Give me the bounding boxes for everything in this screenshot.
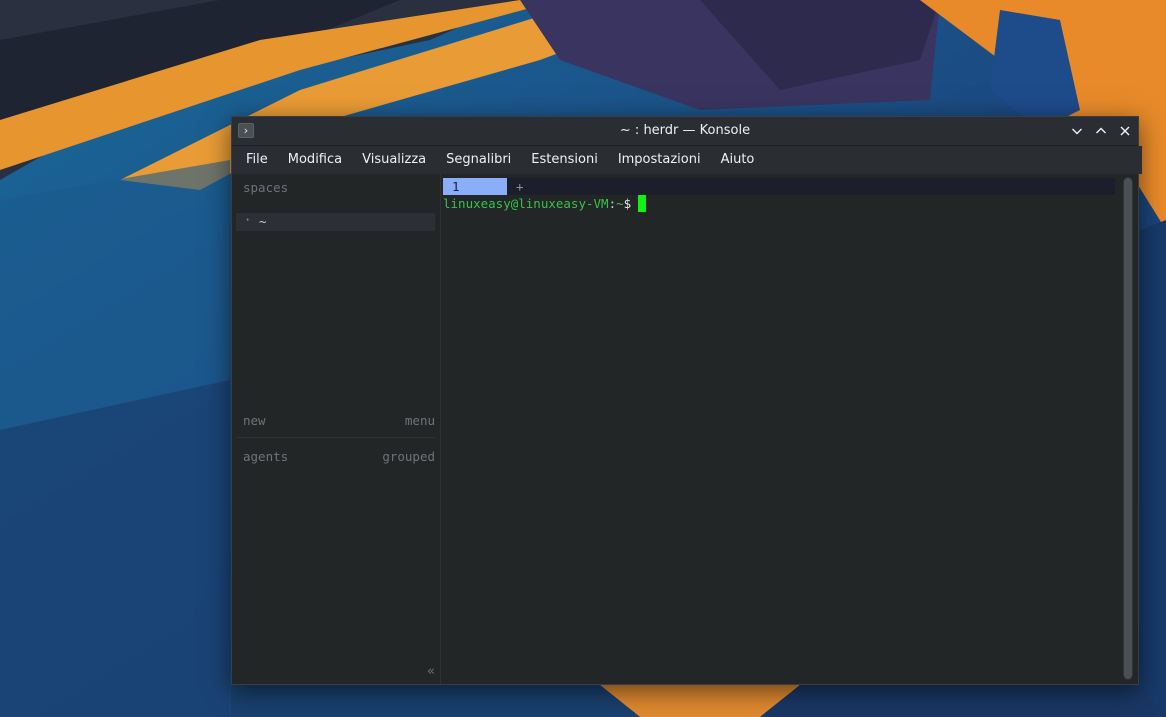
menu-impostazioni[interactable]: Impostazioni bbox=[608, 147, 711, 173]
menu-modifica[interactable]: Modifica bbox=[278, 147, 352, 173]
prompt-user-host: linuxeasy@linuxeasy-VM bbox=[443, 196, 609, 211]
chevron-up-icon bbox=[1096, 127, 1106, 134]
window-title: ~ : herdr — Konsole bbox=[619, 123, 751, 138]
terminal-area[interactable]: spaces · ~ new menu agents grouped « 1 +… bbox=[232, 174, 1138, 684]
herdr-sidebar: spaces · ~ new menu agents grouped « bbox=[232, 174, 441, 684]
scrollbar-thumb[interactable] bbox=[1124, 178, 1132, 679]
new-button[interactable]: new bbox=[243, 413, 266, 428]
agents-label: agents bbox=[243, 449, 289, 464]
tab-bar: 1 + bbox=[443, 178, 1115, 195]
close-icon bbox=[1120, 126, 1130, 136]
menu-bar: File Modifica Visualizza Segnalibri Este… bbox=[232, 146, 1142, 174]
space-item[interactable]: · ~ bbox=[236, 213, 435, 231]
menu-button[interactable]: menu bbox=[405, 413, 435, 428]
close-button[interactable] bbox=[1116, 122, 1134, 140]
sidebar-divider bbox=[236, 437, 435, 438]
title-bar[interactable]: › ~ : herdr — Konsole bbox=[232, 117, 1138, 146]
menu-estensioni[interactable]: Estensioni bbox=[521, 147, 608, 173]
prompt-dollar: $ bbox=[623, 196, 632, 211]
scrollbar[interactable] bbox=[1123, 177, 1133, 680]
prompt-line: linuxeasy@linuxeasy-VM:~$ bbox=[443, 195, 647, 212]
minimize-button[interactable] bbox=[1068, 122, 1086, 140]
tab-1[interactable]: 1 bbox=[443, 178, 507, 195]
prompt-separator: : bbox=[608, 196, 617, 211]
menu-aiuto[interactable]: Aiuto bbox=[711, 147, 765, 173]
terminal-cursor bbox=[638, 195, 647, 212]
prompt-path: ~ bbox=[616, 196, 624, 211]
grouped-toggle[interactable]: grouped bbox=[382, 449, 435, 464]
spaces-heading: spaces bbox=[243, 180, 289, 195]
collapse-sidebar-button[interactable]: « bbox=[427, 664, 435, 679]
space-indicator: · bbox=[244, 213, 252, 227]
konsole-window: › ~ : herdr — Konsole File Modifica Visu… bbox=[231, 116, 1142, 685]
chevron-down-icon bbox=[1072, 128, 1082, 135]
space-name: ~ bbox=[259, 214, 267, 229]
menu-segnalibri[interactable]: Segnalibri bbox=[436, 147, 521, 173]
add-tab-button[interactable]: + bbox=[516, 178, 524, 195]
menu-visualizza[interactable]: Visualizza bbox=[352, 147, 436, 173]
maximize-button[interactable] bbox=[1092, 122, 1110, 140]
menu-file[interactable]: File bbox=[236, 147, 278, 173]
